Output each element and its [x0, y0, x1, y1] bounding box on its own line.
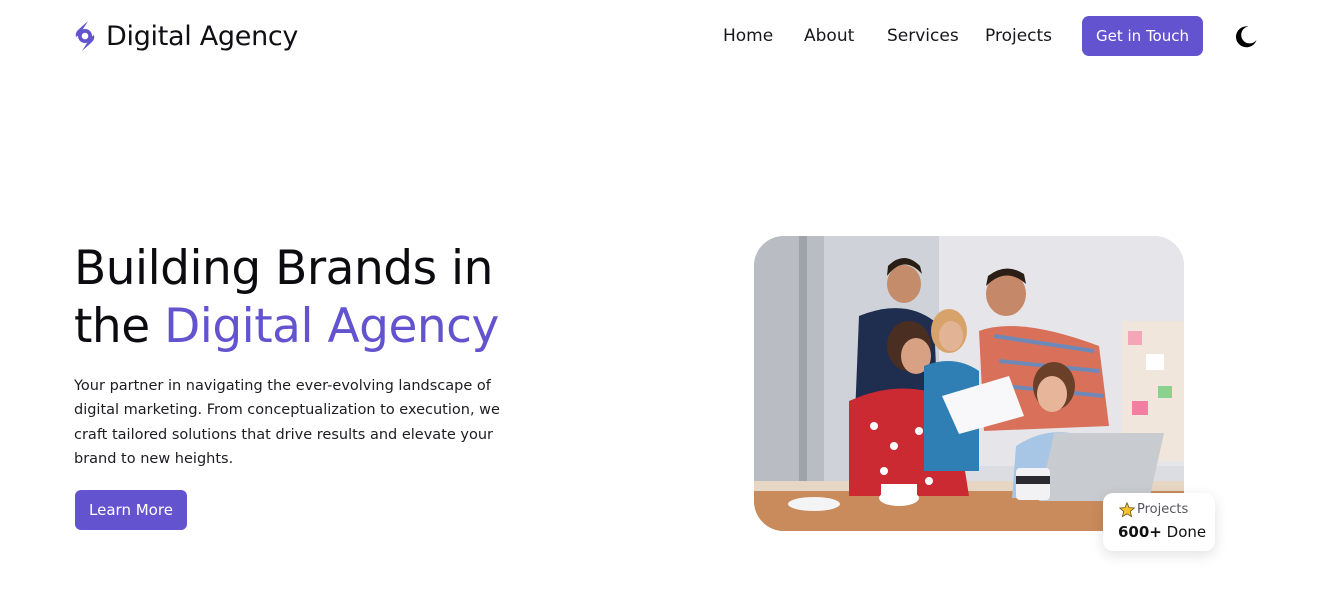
nav-link-about[interactable]: About	[804, 26, 854, 46]
landing-page: Digital Agency Home About Services Proje…	[0, 0, 1334, 608]
team-meeting-photo	[754, 236, 1184, 531]
nav-link-home[interactable]: Home	[723, 26, 773, 46]
hero-title-line1: Building Brands in	[74, 241, 493, 296]
brand-logo-icon	[75, 21, 95, 51]
nav-link-projects[interactable]: Projects	[985, 26, 1052, 46]
hero-title: Building Brands in the Digital Agency	[74, 240, 594, 356]
nav-link-services[interactable]: Services	[887, 26, 959, 46]
brand-logo[interactable]: Digital Agency	[74, 20, 298, 52]
moon-icon[interactable]	[1233, 24, 1259, 50]
stat-suffix: Done	[1166, 523, 1207, 541]
hero-title-prefix: the	[74, 299, 150, 354]
learn-more-button[interactable]: Learn More	[75, 490, 187, 530]
stat-value: 600+ Done	[1118, 523, 1206, 541]
projects-stat-card: Projects 600+ Done	[1103, 493, 1215, 551]
hero-title-accent: Digital Agency	[164, 299, 499, 354]
stat-count: 600+	[1118, 523, 1162, 541]
hero-description: Your partner in navigating the ever-evol…	[74, 378, 500, 467]
photo-illustration	[754, 236, 1184, 531]
get-in-touch-button[interactable]: Get in Touch	[1082, 16, 1203, 56]
brand-name: Digital Agency	[106, 20, 299, 52]
stat-label: Projects	[1137, 502, 1189, 517]
star-icon	[1119, 502, 1135, 518]
